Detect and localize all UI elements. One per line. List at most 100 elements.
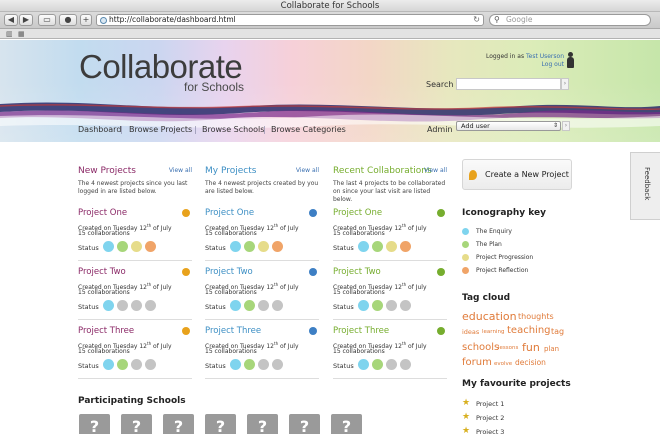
book-icon[interactable]: ▥ <box>6 30 13 38</box>
tag-link[interactable]: thoughts <box>518 312 554 321</box>
web-page: Collaborate for Schools Logged in as Tes… <box>0 40 660 434</box>
reload-icon[interactable]: ↻ <box>473 15 480 25</box>
tag-link[interactable]: tag <box>551 327 564 336</box>
status-dot-empty <box>386 300 397 311</box>
status-dot-empty <box>258 300 269 311</box>
project-collaboration-count: 15 collaborations <box>78 348 130 355</box>
project-card[interactable]: Project Three Created on Tuesday 12th of … <box>333 326 447 379</box>
tag-link[interactable]: education <box>462 310 517 323</box>
photo-icon[interactable]: ▭ <box>38 14 56 26</box>
tag-link[interactable]: schools <box>462 342 499 353</box>
status-dot-plan <box>244 359 255 370</box>
status-dot-empty <box>131 359 142 370</box>
nav-browse-schools[interactable]: Browse Schools <box>202 123 264 137</box>
project-title[interactable]: Project Two <box>78 267 126 278</box>
status-dot-enquiry <box>103 241 114 252</box>
status-dot-icon <box>462 254 469 261</box>
admin-select[interactable]: Add user ⇕ <box>456 121 561 131</box>
tag-link[interactable]: plan <box>544 345 559 353</box>
nav-browse-projects[interactable]: Browse Projects <box>129 123 192 137</box>
view-all-link[interactable]: View all <box>296 167 319 175</box>
site-search-input[interactable] <box>456 78 561 90</box>
status-dot-empty <box>131 300 142 311</box>
tag-link[interactable]: lessons <box>498 345 518 351</box>
status-dot-empty <box>258 359 269 370</box>
chat-bubble-icon <box>309 327 317 335</box>
school-thumbnail[interactable]: ? <box>331 414 362 434</box>
project-card[interactable]: Project Two Created on Tuesday 12th of Ju… <box>333 267 447 320</box>
project-card[interactable]: Project One Created on Tuesday 12th of Ju… <box>78 208 192 261</box>
star-icon: ★ <box>462 412 471 422</box>
header-banner: Collaborate for Schools Logged in as Tes… <box>0 40 660 142</box>
project-title[interactable]: Project Two <box>333 267 381 278</box>
add-bookmark-icon[interactable]: + <box>80 14 92 26</box>
globe-icon <box>100 17 107 24</box>
tag-link[interactable]: teaching <box>507 325 551 336</box>
project-title[interactable]: Project One <box>78 208 127 219</box>
status-dot-icon <box>462 267 469 274</box>
tag-link[interactable]: ideas <box>462 328 479 336</box>
status-dot-empty <box>272 300 283 311</box>
nav-dashboard[interactable]: Dashboard <box>78 123 121 137</box>
school-thumbnail[interactable]: ? <box>247 414 278 434</box>
feedback-tab[interactable]: Feedback <box>630 152 660 220</box>
project-card[interactable]: Project Two Created on Tuesday 12th of Ju… <box>78 267 192 320</box>
view-all-link[interactable]: View all <box>169 167 192 175</box>
project-title[interactable]: Project Two <box>205 267 253 278</box>
status-dot-progression <box>131 241 142 252</box>
project-card[interactable]: Project Three Created on Tuesday 12th of … <box>78 326 192 379</box>
browser-search-placeholder: Google <box>506 15 533 24</box>
tag-link[interactable]: learning <box>482 329 504 335</box>
status-dot-enquiry <box>230 300 241 311</box>
star-icon: ★ <box>462 398 471 408</box>
project-title[interactable]: Project Three <box>333 326 389 337</box>
grid-icon[interactable]: ▦ <box>18 30 25 38</box>
school-thumbnail[interactable]: ? <box>79 414 110 434</box>
lightbulb-icon <box>469 170 477 180</box>
school-thumbnail[interactable]: ? <box>163 414 194 434</box>
column-description: The 4 newest projects created by you are… <box>205 180 319 195</box>
status-label: Status <box>205 244 226 252</box>
star-icon: ★ <box>462 426 471 434</box>
project-card[interactable]: Project Two Created on Tuesday 12th of Ju… <box>205 267 319 320</box>
project-title[interactable]: Project Three <box>78 326 134 337</box>
evernote-icon[interactable]: ● <box>59 14 77 26</box>
back-icon[interactable]: ◀ <box>4 14 18 26</box>
tag-link[interactable]: decision <box>515 358 546 367</box>
status-dot-plan <box>372 241 383 252</box>
user-name-link[interactable]: Test Userson <box>526 53 564 60</box>
project-title[interactable]: Project One <box>333 208 382 219</box>
create-project-button[interactable]: Create a New Project <box>462 159 572 190</box>
school-thumbnail[interactable]: ? <box>205 414 236 434</box>
tag-link[interactable]: evolve <box>494 361 512 367</box>
status-dot-enquiry <box>230 241 241 252</box>
forward-icon[interactable]: ▶ <box>19 14 33 26</box>
project-card[interactable]: Project One Created on Tuesday 12th of Ju… <box>333 208 447 261</box>
status-dot-enquiry <box>103 359 114 370</box>
search-submit-button[interactable]: › <box>561 78 569 90</box>
lightbulb-icon <box>182 327 190 335</box>
browser-search-field[interactable]: ⚲ Google <box>489 14 651 26</box>
status-dot-reflection <box>272 241 283 252</box>
project-title[interactable]: Project Three <box>205 326 261 337</box>
status-dot-enquiry <box>358 359 369 370</box>
status-dot-icon <box>462 241 469 248</box>
status-dot-empty <box>272 359 283 370</box>
project-card[interactable]: Project Three Created on Tuesday 12th of … <box>205 326 319 379</box>
view-all-link[interactable]: View all <box>424 167 447 175</box>
project-card[interactable]: Project One Created on Tuesday 12th of Ju… <box>205 208 319 261</box>
tag-link[interactable]: fun <box>522 341 540 354</box>
admin-go-button[interactable]: › <box>562 121 570 131</box>
school-thumbnail[interactable]: ? <box>121 414 152 434</box>
nav-browse-categories[interactable]: Browse Categories <box>271 123 346 137</box>
project-title[interactable]: Project One <box>205 208 254 219</box>
address-bar[interactable]: http://collaborate/dashboard.html ↻ <box>96 14 484 26</box>
school-thumbnail[interactable]: ? <box>289 414 320 434</box>
icon-key-label: Project Reflection <box>476 267 529 274</box>
nav-separator: | <box>120 125 123 134</box>
tag-link[interactable]: forum <box>462 357 492 368</box>
status-dot-empty <box>117 300 128 311</box>
project-collaboration-count: 15 collaborations <box>205 230 257 237</box>
feedback-label: Feedback <box>643 167 651 201</box>
logout-link[interactable]: Log out <box>542 61 564 68</box>
